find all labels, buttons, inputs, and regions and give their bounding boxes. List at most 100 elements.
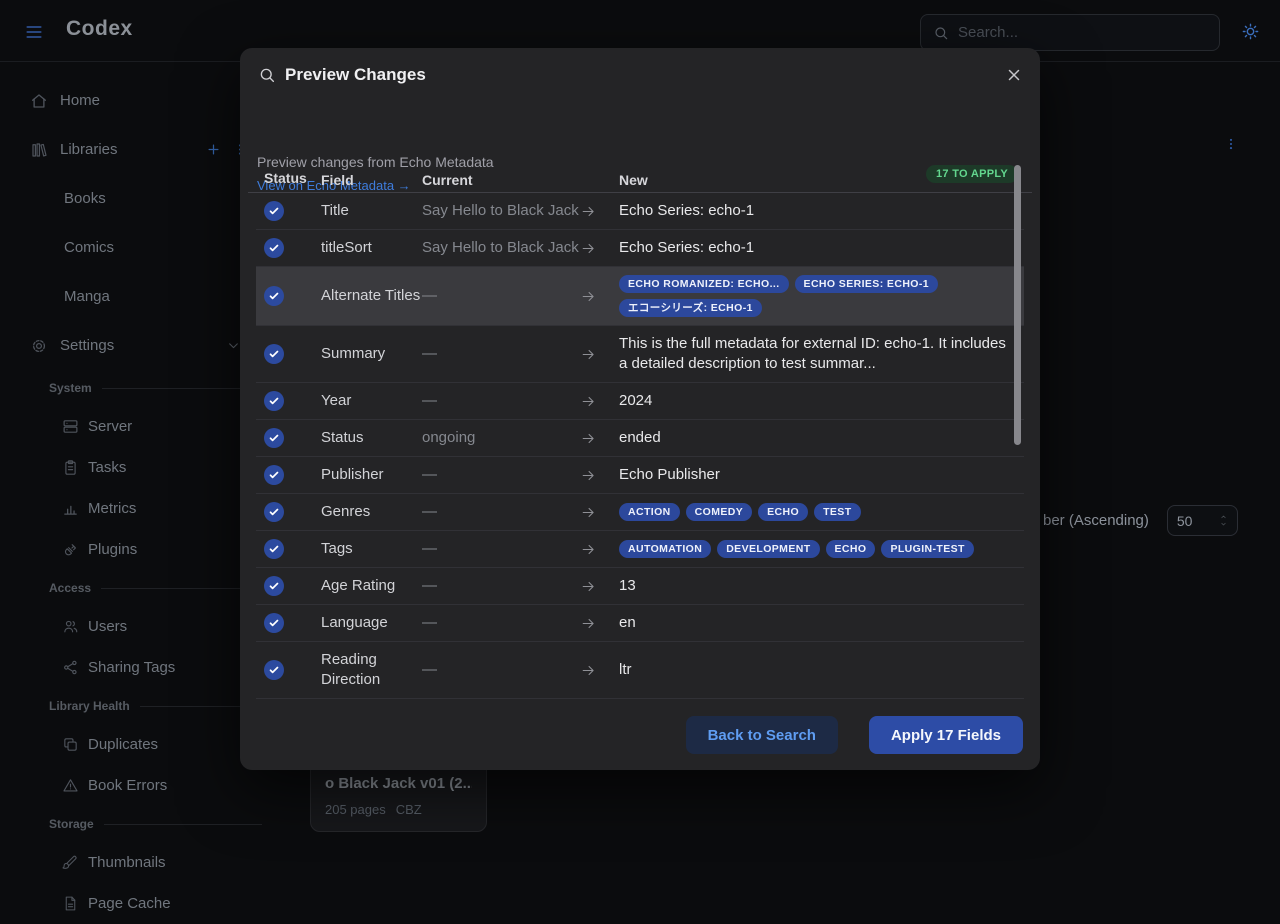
field-cell: Summary [321, 344, 422, 364]
arrow-right-icon [580, 203, 597, 220]
checked-checkbox-icon[interactable] [264, 201, 284, 221]
search-input[interactable] [958, 24, 1207, 41]
sidebar-item-libraries[interactable]: Libraries [0, 125, 280, 174]
checked-checkbox-icon[interactable] [264, 465, 284, 485]
col-current: Current [422, 170, 580, 192]
checked-checkbox-icon[interactable] [264, 613, 284, 633]
sidebar-item-comics[interactable]: Comics [0, 223, 280, 272]
field-cell: Language [321, 613, 422, 633]
warning-icon [62, 777, 79, 794]
home-icon [30, 92, 48, 110]
close-icon[interactable] [1005, 66, 1023, 84]
arrow-right-icon [580, 578, 597, 595]
checked-checkbox-icon[interactable] [264, 391, 284, 411]
stepper-icons[interactable] [1219, 514, 1228, 527]
sidebar-item-label: Server [88, 418, 132, 435]
file-icon [62, 895, 79, 912]
status-cell [264, 613, 321, 633]
theme-toggle-icon[interactable] [1241, 22, 1260, 41]
sidebar-item-books[interactable]: Books [0, 174, 280, 223]
back-to-search-button[interactable]: Back to Search [686, 716, 838, 754]
sidebar-item-book-errors[interactable]: Book Errors [0, 765, 280, 806]
table-row[interactable]: TitleSay Hello to Black JackEcho Series:… [256, 193, 1024, 230]
sidebar-item-page-cache[interactable]: Page Cache [0, 883, 280, 924]
chevron-down-icon [227, 339, 240, 352]
sidebar-item-settings[interactable]: Settings [0, 321, 280, 370]
arrow-right-icon [580, 504, 597, 521]
menu-icon[interactable] [24, 22, 44, 42]
chevron-up-icon[interactable] [1219, 514, 1228, 520]
value-chip: DEVELOPMENT [717, 540, 819, 558]
current-value-cell: — [422, 286, 580, 306]
current-value-cell: Say Hello to Black Jack [422, 238, 580, 258]
new-value-cell: Echo Series: echo-1 [619, 238, 1016, 258]
sidebar-item-server[interactable]: Server [0, 406, 280, 447]
series-menu-kebab-icon[interactable] [1224, 133, 1238, 155]
preview-changes-modal: Preview Changes Preview changes from Ech… [240, 48, 1040, 770]
sidebar-item-thumbnails[interactable]: Thumbnails [0, 842, 280, 883]
new-value-cell: en [619, 613, 1016, 633]
value-chip: エコーシリーズ: ECHO-1 [619, 299, 762, 317]
sidebar-item-duplicates[interactable]: Duplicates [0, 724, 280, 765]
checked-checkbox-icon[interactable] [264, 539, 284, 559]
sidebar-item-sharing-tags[interactable]: Sharing Tags [0, 647, 280, 688]
plug-icon [62, 541, 79, 558]
checked-checkbox-icon[interactable] [264, 502, 284, 522]
current-value-cell: — [422, 660, 580, 680]
table-row[interactable]: titleSortSay Hello to Black JackEcho Ser… [256, 230, 1024, 267]
sidebar-item-label: Home [60, 92, 100, 109]
checked-checkbox-icon[interactable] [264, 344, 284, 364]
section-divider [102, 388, 262, 389]
global-search[interactable] [920, 14, 1220, 51]
arrow-right-icon [580, 288, 597, 305]
field-cell: Status [321, 428, 422, 448]
sidebar-item-tasks[interactable]: Tasks [0, 447, 280, 488]
sidebar-item-manga[interactable]: Manga [0, 272, 280, 321]
arrow-right-icon [580, 662, 597, 679]
current-value-cell: — [422, 539, 580, 559]
table-row[interactable]: Alternate Titles—ECHO ROMANIZED: ECHO...… [256, 267, 1024, 326]
sidebar-section-access: Access [0, 570, 280, 606]
table-row[interactable]: Tags—AUTOMATIONDEVELOPMENTECHOPLUGIN-TES… [256, 531, 1024, 568]
table-row[interactable]: Year—2024 [256, 383, 1024, 420]
chevron-down-icon[interactable] [1219, 521, 1228, 527]
sidebar-item-metrics[interactable]: Metrics [0, 488, 280, 529]
bar-chart-icon [62, 500, 79, 517]
page-size-select[interactable]: 50 [1167, 505, 1238, 536]
value-chip: COMEDY [686, 503, 753, 521]
sidebar-item-label: Comics [64, 239, 114, 256]
checked-checkbox-icon[interactable] [264, 238, 284, 258]
checked-checkbox-icon[interactable] [264, 660, 284, 680]
book-meta: 205 pages CBZ [325, 802, 472, 817]
table-row[interactable]: Publisher—Echo Publisher [256, 457, 1024, 494]
sidebar-item-plugins[interactable]: Plugins [0, 529, 280, 570]
checked-checkbox-icon[interactable] [264, 428, 284, 448]
table-row[interactable]: Statusongoingended [256, 420, 1024, 457]
table-row[interactable]: Reading Direction—ltr [256, 642, 1024, 699]
modal-subtitle: Preview changes from Echo Metadata [257, 154, 494, 170]
sidebar-item-label: Settings [60, 337, 114, 354]
section-divider [104, 824, 262, 825]
apply-fields-button[interactable]: Apply 17 Fields [869, 716, 1023, 754]
sidebar-item-home[interactable]: Home [0, 76, 280, 125]
current-value-cell: — [422, 391, 580, 411]
table-row[interactable]: Summary—This is the full metadata for ex… [256, 326, 1024, 383]
scrollbar-thumb[interactable] [1014, 165, 1021, 445]
table-row[interactable]: Language—en [256, 605, 1024, 642]
col-field: Field [321, 170, 422, 192]
sidebar-item-users[interactable]: Users [0, 606, 280, 647]
new-value-cell: ACTIONCOMEDYECHOTEST [619, 503, 1016, 521]
table-row[interactable]: Genres—ACTIONCOMEDYECHOTEST [256, 494, 1024, 531]
checked-checkbox-icon[interactable] [264, 576, 284, 596]
section-label: Library Health [49, 699, 130, 713]
sidebar-item-label: Thumbnails [88, 854, 166, 871]
status-cell [264, 502, 321, 522]
sidebar-item-label: Manga [64, 288, 110, 305]
checked-checkbox-icon[interactable] [264, 286, 284, 306]
add-library-plus-icon[interactable] [206, 142, 221, 157]
new-value-cell: ltr [619, 660, 1016, 680]
arrow-right-icon [580, 430, 597, 447]
table-row[interactable]: Age Rating—13 [256, 568, 1024, 605]
value-chip: AUTOMATION [619, 540, 711, 558]
search-icon [258, 66, 276, 84]
